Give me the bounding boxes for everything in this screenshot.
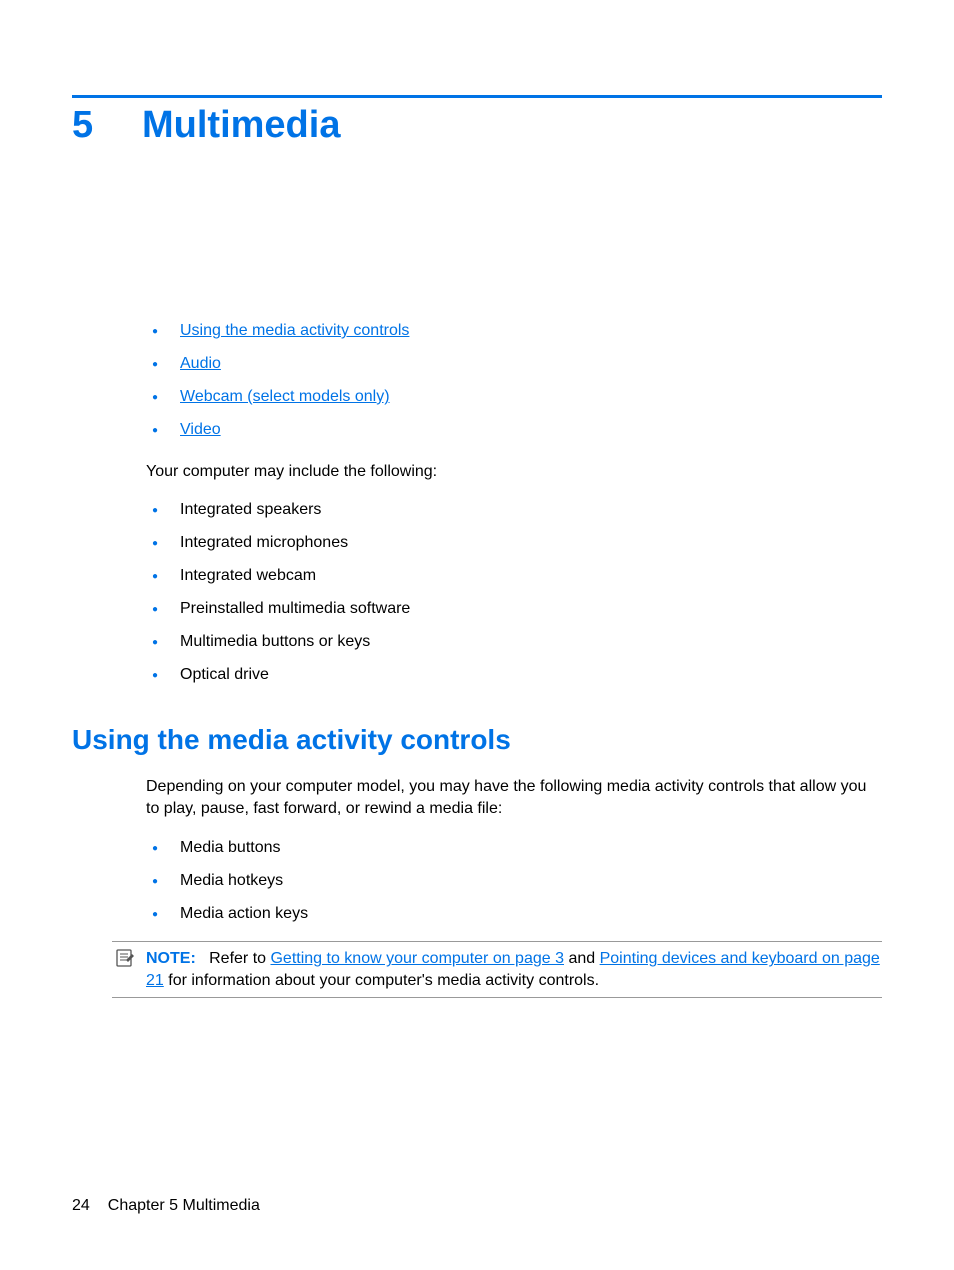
- toc-link-media-activity[interactable]: Using the media activity controls: [180, 322, 409, 339]
- note-icon: [114, 948, 136, 968]
- media-item: Media hotkeys: [146, 872, 882, 890]
- media-controls-list: Media buttons Media hotkeys Media action…: [72, 839, 882, 923]
- note-text-pre: Refer to: [209, 950, 270, 967]
- feature-item: Optical drive: [146, 666, 882, 684]
- toc-item: Video: [146, 421, 882, 439]
- chapter-title: Multimedia: [142, 104, 340, 147]
- note-text-post: for information about your computer's me…: [164, 972, 599, 989]
- section-heading: Using the media activity controls: [72, 724, 882, 756]
- toc-item: Using the media activity controls: [146, 322, 882, 340]
- chapter-header: 5 Multimedia: [72, 104, 882, 147]
- footer-chapter-label: Chapter 5 Multimedia: [108, 1197, 260, 1214]
- feature-item: Integrated speakers: [146, 501, 882, 519]
- intro-text: Your computer may include the following:: [72, 463, 882, 481]
- note-block: NOTE: Refer to Getting to know your comp…: [112, 941, 882, 998]
- toc-item: Audio: [146, 355, 882, 373]
- feature-item: Integrated microphones: [146, 534, 882, 552]
- feature-list: Integrated speakers Integrated microphon…: [72, 501, 882, 684]
- toc-item: Webcam (select models only): [146, 388, 882, 406]
- chapter-number: 5: [72, 104, 142, 147]
- feature-item: Preinstalled multimedia software: [146, 600, 882, 618]
- note-link-getting-to-know[interactable]: Getting to know your computer on page 3: [270, 950, 564, 967]
- feature-item: Multimedia buttons or keys: [146, 633, 882, 651]
- media-item: Media buttons: [146, 839, 882, 857]
- note-text-mid: and: [564, 950, 600, 967]
- toc-link-audio[interactable]: Audio: [180, 355, 221, 372]
- note-label: NOTE:: [146, 950, 196, 967]
- toc-link-webcam[interactable]: Webcam (select models only): [180, 388, 390, 405]
- toc-link-video[interactable]: Video: [180, 421, 221, 438]
- page-footer: 24 Chapter 5 Multimedia: [72, 1197, 260, 1215]
- feature-item: Integrated webcam: [146, 567, 882, 585]
- section-body: Depending on your computer model, you ma…: [72, 776, 882, 819]
- media-item: Media action keys: [146, 905, 882, 923]
- toc-list: Using the media activity controls Audio …: [72, 322, 882, 439]
- footer-page-number: 24: [72, 1197, 90, 1214]
- chapter-divider: [72, 95, 882, 98]
